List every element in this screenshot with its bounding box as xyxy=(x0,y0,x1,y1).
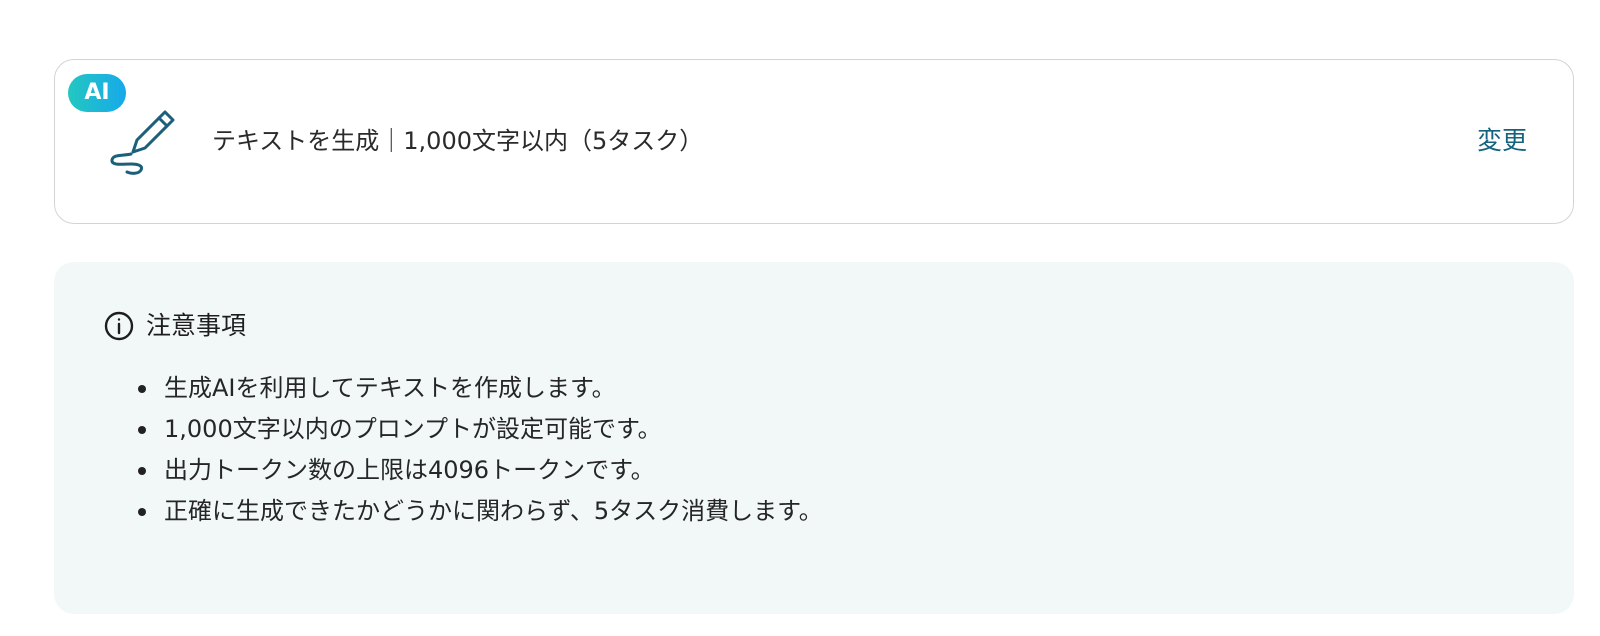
info-icon xyxy=(104,311,134,341)
change-button[interactable]: 変更 xyxy=(1477,124,1527,158)
list-item: 生成AIを利用してテキストを作成します。 xyxy=(138,368,823,409)
pen-icon xyxy=(110,110,175,175)
list-item: 正確に生成できたかどうかに関わらず、5タスク消費します。 xyxy=(138,491,823,532)
notes-list: 生成AIを利用してテキストを作成します。 1,000文字以内のプロンプトが設定可… xyxy=(138,368,823,532)
ai-badge: AI xyxy=(68,74,126,112)
action-card: AI テキストを生成｜1,000文字以内（5タスク） 変更 xyxy=(54,59,1574,224)
action-title: テキストを生成｜1,000文字以内（5タスク） xyxy=(212,127,704,155)
notes-heading: 注意事項 xyxy=(146,311,247,340)
notes-panel: 注意事項 生成AIを利用してテキストを作成します。 1,000文字以内のプロンプ… xyxy=(54,262,1574,614)
notes-header: 注意事項 xyxy=(104,308,246,344)
list-item: 出力トークン数の上限は4096トークンです。 xyxy=(138,450,823,491)
list-item: 1,000文字以内のプロンプトが設定可能です。 xyxy=(138,409,823,450)
